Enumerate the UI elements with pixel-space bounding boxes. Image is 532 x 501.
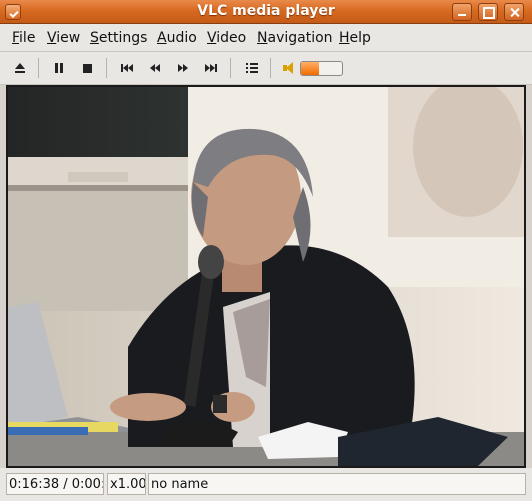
toolbar-separator xyxy=(230,58,231,78)
playlist-icon xyxy=(246,63,258,73)
fast-forward-button[interactable] xyxy=(174,60,192,76)
stop-button[interactable] xyxy=(78,60,96,76)
menu-view[interactable]: View xyxy=(47,30,80,46)
video-display[interactable] xyxy=(6,85,526,468)
stop-icon xyxy=(82,63,92,73)
menu-navigation[interactable]: Navigation xyxy=(257,30,333,46)
menu-audio[interactable]: Audio xyxy=(157,30,197,46)
rewind-button[interactable] xyxy=(146,60,164,76)
status-bar: 0:16:38 / 0:00: x1.00 no name xyxy=(0,468,532,501)
time-display[interactable]: 0:16:38 / 0:00: xyxy=(6,473,104,495)
mute-button[interactable] xyxy=(280,60,298,76)
toolbar-separator xyxy=(106,58,107,78)
eject-button[interactable] xyxy=(11,60,29,76)
playlist-button[interactable] xyxy=(243,60,261,76)
volume-level-fill xyxy=(301,62,320,75)
skip-previous-icon xyxy=(121,64,133,72)
menu-bar: File View Settings Audio Video Navigatio… xyxy=(0,24,532,52)
close-button[interactable] xyxy=(504,3,524,21)
speaker-icon xyxy=(282,61,296,75)
eject-icon xyxy=(15,63,25,73)
rewind-icon xyxy=(150,64,160,72)
maximize-button[interactable] xyxy=(478,3,498,21)
volume-slider[interactable] xyxy=(300,61,343,76)
fast-forward-icon xyxy=(178,64,188,72)
toolbar xyxy=(0,52,532,85)
video-frame-image xyxy=(8,87,524,466)
media-title: no name xyxy=(148,473,526,495)
next-button[interactable] xyxy=(202,60,220,76)
title-bar: VLC media player xyxy=(0,0,532,24)
menu-settings[interactable]: Settings xyxy=(90,30,147,46)
pause-button[interactable] xyxy=(50,60,68,76)
minimize-button[interactable] xyxy=(452,3,472,21)
toolbar-separator xyxy=(38,58,39,78)
previous-button[interactable] xyxy=(118,60,136,76)
menu-video[interactable]: Video xyxy=(207,30,246,46)
menu-help[interactable]: Help xyxy=(339,30,371,46)
skip-next-icon xyxy=(205,64,217,72)
playback-speed[interactable]: x1.00 xyxy=(107,473,146,495)
toolbar-separator xyxy=(270,58,271,78)
pause-icon xyxy=(55,63,63,73)
menu-file[interactable]: File xyxy=(12,30,35,46)
